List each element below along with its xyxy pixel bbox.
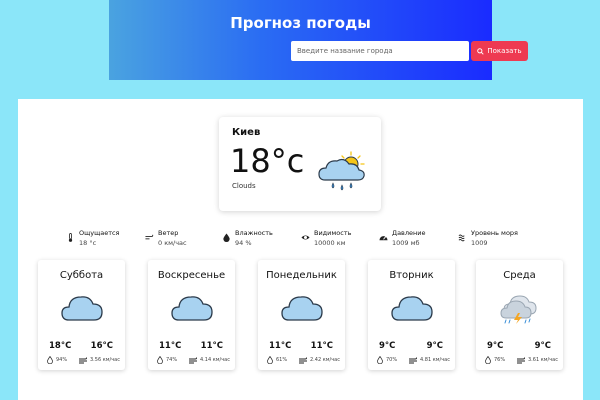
current-weather-card: Киев 18°c Clouds [219,117,381,211]
waves-icon [458,234,465,242]
thunderstorm-icon [500,295,537,324]
forecast-min-temp: 11°C [159,341,182,351]
forecast-humidity: 74% [166,357,178,363]
weather-panel: Киев 18°c Clouds Ощущается 18 °c Ветер 0… [18,99,583,400]
droplet-icon [47,356,53,364]
forecast-min-temp: 9°C [379,341,396,351]
forecast-min-temp: 18°C [49,341,72,351]
forecast-max-temp: 11°C [200,341,223,351]
thermometer-icon [68,233,73,242]
forecast-wind: 2.42 км/час [310,357,340,363]
forecast-card: Среда 9°C 9°C 76% 3.61 км/час [476,260,563,370]
forecast-min-temp: 9°C [487,341,504,351]
cloud-icon [281,296,323,321]
wind-icon [517,357,526,364]
wind-icon [299,357,308,364]
forecast-day-name: Суббота [59,270,104,281]
forecast-humidity: 94% [56,357,68,363]
weather-details-row: Ощущается 18 °c Ветер 0 км/час Влажность… [18,227,583,249]
forecast-max-temp: 9°C [426,341,443,351]
forecast-day-name: Вторник [389,270,434,281]
wind-icon [145,234,154,240]
forecast-max-temp: 11°C [310,341,333,351]
forecast-wind: 4.14 км/час [200,357,230,363]
forecast-card: Понедельник 11°C 11°C 61% 2.42 км/час [258,260,345,370]
forecast-day-name: Среда [503,270,536,281]
forecast-card: Суббота 18°C 16°C 94% 3.56 км/час [38,260,125,370]
city-name: Киев [232,127,261,138]
city-search-input[interactable] [291,41,469,61]
cloud-icon [61,296,103,321]
show-button[interactable]: Показать [471,41,528,61]
cloud-icon [171,296,213,321]
forecast-day-name: Понедельник [266,270,337,281]
wind-icon [409,357,418,364]
droplet-icon [485,356,491,364]
cloud-icon [391,296,433,321]
forecast-min-temp: 11°C [269,341,292,351]
forecast-day-name: Воскресенье [157,270,226,281]
forecast-wind: 3.56 км/час [90,357,120,363]
show-button-label: Показать [487,47,522,55]
droplet-icon [157,356,163,364]
forecast-card: Воскресенье 11°C 11°C 74% 4.14 км/час [148,260,235,370]
forecast-wind: 4.81 км/час [420,357,450,363]
forecast-max-temp: 16°C [90,341,113,351]
droplet-icon [267,356,273,364]
eye-icon [301,235,310,240]
gauge-icon [379,236,388,241]
wind-icon [79,357,88,364]
forecast-card: Вторник 9°C 9°C 70% 4.81 км/час [368,260,455,370]
forecast-wind: 3.61 км/час [528,357,558,363]
search-icon [477,47,485,55]
weather-condition: Clouds [232,182,256,190]
cloud-sun-rain-icon [318,151,365,191]
forecast-humidity: 70% [386,357,398,363]
droplet-icon [223,233,230,242]
wind-icon [189,357,198,364]
header-banner: Прогноз погоды Показать [109,0,528,80]
forecast-humidity: 76% [494,357,506,363]
page-title: Прогноз погоды [230,14,371,32]
forecast-humidity: 61% [276,357,288,363]
current-temperature: 18°c [230,142,305,180]
droplet-icon [377,356,383,364]
forecast-max-temp: 9°C [534,341,551,351]
